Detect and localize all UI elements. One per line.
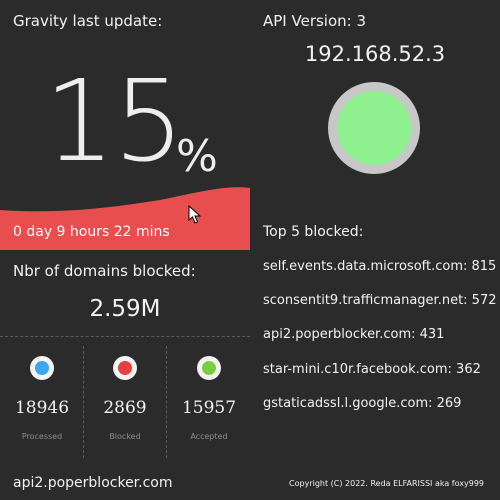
top-blocked-item: sconsentit9.trafficmanager.net: 572 [263,293,497,308]
top-blocked-item: self.events.data.microsoft.com: 815 [263,259,497,274]
top-blocked-item: api2.poperblocker.com: 431 [263,327,445,342]
stat-accepted: 15957 Accepted [169,356,249,441]
footer-domain: api2.poperblocker.com [13,475,173,491]
top-blocked-item: gstaticadssl.l.google.com: 269 [263,396,462,411]
top5-title: Top 5 blocked: [263,224,364,240]
gravity-percent-sign: % [176,131,218,182]
gravity-title: Gravity last update: [13,12,163,30]
status-dot [337,91,411,165]
domains-blocked-title: Nbr of domains blocked: [13,262,196,280]
stat-blocked-value: 2869 [103,398,147,418]
stat-processed-value: 18946 [14,398,70,418]
vertical-divider [166,346,167,458]
gravity-percent: 15 [44,57,185,187]
mouse-cursor-icon [188,205,202,224]
domains-blocked-count: 2.59M [89,296,161,322]
stat-accepted-value: 15957 [181,398,237,418]
blocked-dot-icon [113,356,137,380]
api-version: API Version: 3 [263,12,367,30]
gravity-duration: 0 day 9 hours 22 mins [13,224,170,240]
stat-blocked-label: Blocked [109,432,141,441]
accepted-dot-icon [197,356,221,380]
copyright-text: Copyright (C) 2022. Reda ELFARISSI aka f… [289,479,484,488]
vertical-divider [83,346,84,458]
wave-shape [0,187,250,250]
status-indicator-icon [328,82,420,174]
stat-blocked: 2869 Blocked [85,356,165,441]
top-blocked-item: star-mini.c10r.facebook.com: 362 [263,362,481,377]
stat-processed: 18946 Processed [2,356,82,441]
ip-address: 192.168.52.3 [304,42,446,66]
stat-accepted-label: Accepted [190,432,228,441]
stat-processed-label: Processed [21,432,63,441]
horizontal-divider [0,336,250,337]
processed-dot-icon [30,356,54,380]
